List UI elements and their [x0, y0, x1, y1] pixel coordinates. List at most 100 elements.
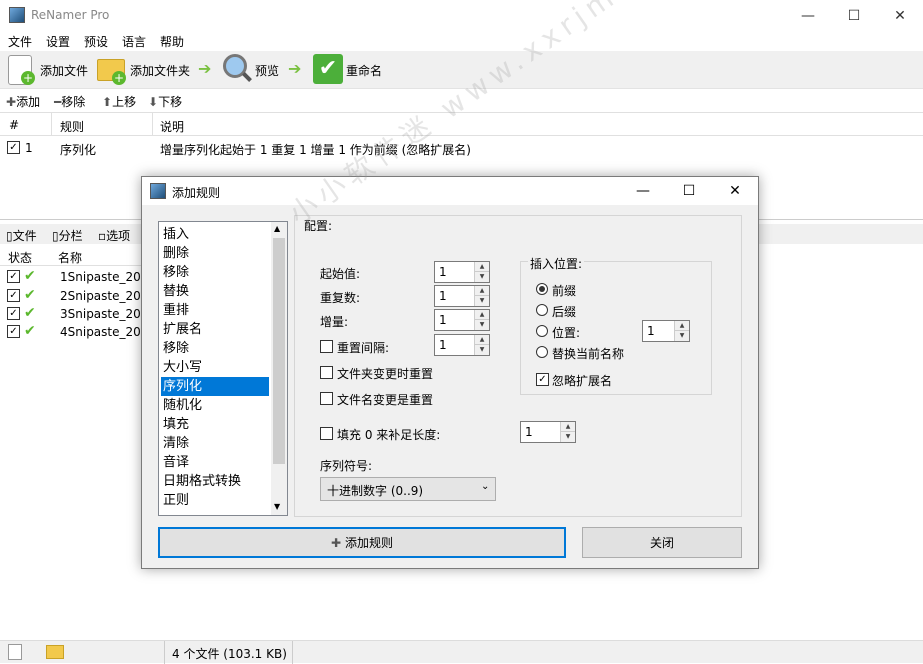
prefix-radio[interactable]: [536, 283, 548, 295]
spin-up-icon[interactable]: ▲: [475, 262, 489, 272]
list-item[interactable]: 随机化: [161, 396, 269, 415]
add-folder-button[interactable]: + 添加文件夹: [96, 53, 194, 87]
spin-up-icon[interactable]: ▲: [475, 286, 489, 296]
list-item[interactable]: 移除: [161, 263, 269, 282]
list-item[interactable]: 清除: [161, 434, 269, 453]
file-checkbox[interactable]: ✓: [7, 270, 20, 283]
menu-file[interactable]: 文件: [8, 33, 32, 50]
scroll-thumb[interactable]: [273, 238, 285, 464]
list-item[interactable]: 音译: [161, 453, 269, 472]
position-radio[interactable]: [536, 325, 548, 337]
list-item[interactable]: ✓ ✔ 3Snipaste_202: [0, 305, 160, 323]
list-item[interactable]: 填充: [161, 415, 269, 434]
checkmark-icon: ✔: [313, 54, 343, 84]
remove-label: 移除: [61, 95, 86, 109]
list-item[interactable]: 大小写: [161, 358, 269, 377]
pad-checkbox[interactable]: [320, 427, 333, 440]
add-rule-button[interactable]: ✚ 添加规则: [158, 527, 566, 558]
rule-type-list[interactable]: 插入 删除 移除 替换 重排 扩展名 移除 大小写 序列化 随机化 填充 清除 …: [158, 221, 288, 516]
spin-down-icon[interactable]: ▼: [475, 296, 489, 306]
menu-help[interactable]: 帮助: [160, 33, 184, 50]
remove-rule-button[interactable]: ━移除: [54, 93, 85, 110]
file-checkbox[interactable]: ✓: [7, 289, 20, 302]
menu-presets[interactable]: 预设: [84, 33, 108, 50]
list-item[interactable]: 删除: [161, 244, 269, 263]
tab-files[interactable]: ▯文件: [6, 227, 37, 244]
position-spinner[interactable]: 1 ▲ ▼: [642, 320, 690, 342]
tab-options[interactable]: ▫选项: [98, 227, 130, 244]
list-item[interactable]: ✓ ✔ 1Snipaste_202: [0, 268, 160, 286]
close-button[interactable]: ✕: [877, 0, 923, 31]
spin-up-icon[interactable]: ▲: [475, 310, 489, 320]
repeat-spinner[interactable]: 1 ▲ ▼: [434, 285, 490, 307]
close-dialog-button[interactable]: 关闭: [582, 527, 742, 558]
list-item[interactable]: 替换: [161, 282, 269, 301]
reset-every-checkbox[interactable]: [320, 340, 333, 353]
dialog-minimize-button[interactable]: —: [620, 177, 666, 205]
folder-search-icon[interactable]: [46, 645, 64, 659]
tab-columns[interactable]: ▯分栏: [52, 227, 83, 244]
spin-down-icon[interactable]: ▼: [475, 345, 489, 355]
add-files-button[interactable]: + 添加文件: [4, 53, 92, 87]
reset-every-spinner[interactable]: 1 ▲ ▼: [434, 334, 490, 356]
dialog-maximize-button[interactable]: ☐: [666, 177, 712, 205]
add-file-icon[interactable]: [8, 644, 22, 660]
tab-files-label: 文件: [12, 229, 37, 243]
header-description[interactable]: 说明: [160, 118, 184, 135]
spin-up-icon[interactable]: ▲: [561, 422, 575, 432]
scroll-up-icon[interactable]: ▲: [274, 224, 280, 233]
ignore-ext-checkbox[interactable]: ✓: [536, 373, 549, 386]
list-item[interactable]: ✓ ✔ 4Snipaste_202: [0, 323, 160, 341]
replace-name-radio[interactable]: [536, 346, 548, 358]
status-divider: [164, 641, 165, 664]
position-value: 1: [647, 324, 655, 338]
table-row[interactable]: ✓ 1 序列化 增量序列化起始于 1 重复 1 增量 1 作为前缀 (忽略扩展名…: [0, 138, 923, 158]
scroll-down-icon[interactable]: ▼: [274, 502, 280, 511]
reset-name-checkbox[interactable]: [320, 392, 333, 405]
list-item[interactable]: ✓ ✔ 2Snipaste_202: [0, 287, 160, 305]
dialog-title: 添加规则: [172, 186, 221, 200]
list-item[interactable]: 插入: [161, 225, 269, 244]
spin-up-icon[interactable]: ▲: [675, 321, 689, 331]
header-status[interactable]: 状态: [8, 249, 32, 266]
move-down-button[interactable]: ⬇下移: [148, 93, 182, 110]
dialog-close-button[interactable]: ✕: [712, 177, 758, 205]
file-name: 3Snipaste_202: [60, 307, 149, 321]
menu-settings[interactable]: 设置: [46, 33, 70, 50]
rule-checkbox[interactable]: ✓: [7, 141, 20, 154]
spin-down-icon[interactable]: ▼: [475, 272, 489, 282]
list-item[interactable]: 重排: [161, 301, 269, 320]
list-scrollbar[interactable]: ▲ ▼: [271, 222, 287, 515]
menu-language[interactable]: 语言: [122, 33, 146, 50]
move-up-button[interactable]: ⬆上移: [102, 93, 136, 110]
check-icon: ✔: [24, 323, 36, 339]
header-index[interactable]: #: [9, 118, 19, 132]
rename-button[interactable]: ✔ 重命名: [312, 53, 384, 87]
add-rule-toolbar-button[interactable]: ✚添加: [6, 93, 40, 110]
sequence-select[interactable]: 十进制数字 (0..9) ⌄: [320, 477, 496, 501]
spin-down-icon[interactable]: ▼: [561, 432, 575, 442]
step-spinner[interactable]: 1 ▲ ▼: [434, 309, 490, 331]
spin-up-icon[interactable]: ▲: [475, 335, 489, 345]
file-checkbox[interactable]: ✓: [7, 325, 20, 338]
file-name: 4Snipaste_202: [60, 325, 149, 339]
list-item-selected[interactable]: 序列化: [161, 377, 269, 396]
pad-spinner[interactable]: 1 ▲ ▼: [520, 421, 576, 443]
list-item[interactable]: 移除: [161, 339, 269, 358]
app-title: ReNamer Pro: [31, 8, 110, 22]
minimize-button[interactable]: —: [785, 0, 831, 31]
header-name[interactable]: 名称: [58, 249, 82, 266]
start-spinner[interactable]: 1 ▲ ▼: [434, 261, 490, 283]
magnifier-handle: [242, 72, 252, 82]
maximize-button[interactable]: ☐: [831, 0, 877, 31]
header-rule[interactable]: 规则: [60, 118, 84, 135]
list-item[interactable]: 扩展名: [161, 320, 269, 339]
file-checkbox[interactable]: ✓: [7, 307, 20, 320]
reset-folder-checkbox[interactable]: [320, 366, 333, 379]
suffix-radio[interactable]: [536, 304, 548, 316]
spin-down-icon[interactable]: ▼: [675, 331, 689, 341]
spin-down-icon[interactable]: ▼: [475, 320, 489, 330]
list-item[interactable]: 日期格式转换: [161, 472, 269, 491]
preview-button[interactable]: 预览: [222, 53, 284, 87]
list-item[interactable]: 正则: [161, 491, 269, 510]
